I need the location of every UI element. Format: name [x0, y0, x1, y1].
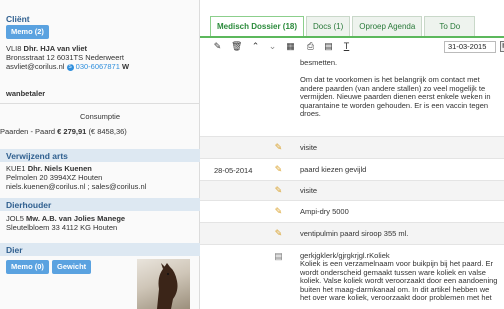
entry-date: 28-05-2014 [214, 166, 253, 175]
holder-name: Mw. A.B. van Jolies Manege [26, 214, 126, 223]
referring-vet-name: Dhr. Niels Kuenen [27, 164, 92, 173]
list-item[interactable]: ▤ gerkjgklerk/gjrgkrjgl.rKoliek Koliek i… [200, 244, 504, 309]
pencil-icon: ✎ [274, 164, 283, 174]
consumption-total: (€ 8458,36) [88, 127, 127, 136]
consumption-amount: € 279,91 [57, 127, 87, 136]
client-phone[interactable]: 030-6067871 [76, 62, 120, 71]
list-item[interactable]: ✎ visite [200, 180, 504, 200]
consumption-label: Consumptie [79, 112, 121, 121]
entry-text: visite [300, 143, 318, 152]
referring-vet-name-line: KUE1 Dhr. Niels Kuenen [6, 164, 92, 173]
tab-bar: Medisch Dossier (18) Docs (1) Oproep Age… [210, 16, 477, 36]
calendar-icon[interactable]: ▦ [285, 40, 296, 52]
entry-text-top: besmetten. [300, 58, 338, 67]
main-panel: Medisch Dossier (18) Docs (1) Oproep Age… [200, 0, 504, 309]
entry-text-body: Om dat te voorkomen is het belangrijk om… [300, 75, 491, 119]
toolbar: ✎ 🗑 ⌃ ⌄ ▦ ⎙ ▤ T 31-03-2015 ▦ [212, 40, 504, 54]
print-icon[interactable]: ⎙ [305, 40, 316, 52]
document-icon[interactable]: ▤ [323, 40, 334, 52]
holder-header: Dierhouder [0, 198, 200, 211]
list-item[interactable]: 28-05-2014 ✎ paard kiezen gevijld [200, 158, 504, 180]
tab-underline [200, 36, 504, 38]
list-item[interactable]: ✎ ventipulmin paard siroop 355 ml. [200, 222, 504, 244]
entry-text-body: Koliek is een verzamelnaam voor buikpijn… [300, 259, 498, 303]
referring-vet-header: Verwijzend arts [0, 149, 200, 162]
animal-header: Dier [0, 243, 200, 256]
pencil-icon: ✎ [274, 228, 283, 238]
consumption-prefix: Paarden - Paard [0, 127, 56, 136]
chevron-up-icon[interactable]: ⌃ [250, 40, 261, 52]
referring-vet-emails[interactable]: niels.kuenen@corilus.nl ; sales@corilus.… [6, 182, 146, 191]
referring-vet-code: KUE1 [6, 164, 26, 173]
trash-icon[interactable]: 🗑 [231, 40, 242, 52]
pencil-icon: ✎ [274, 206, 283, 216]
tab-oproep-agenda[interactable]: Oproep Agenda [352, 16, 423, 36]
animal-memo-button[interactable]: Memo (0) [6, 260, 49, 274]
tab-to-do[interactable]: To Do [424, 16, 476, 36]
client-name-line: VLI8 Dhr. HJA van vliet [6, 44, 87, 53]
pencil-icon: ✎ [274, 142, 283, 152]
holder-name-line: JOL5 Mw. A.B. van Jolies Manege [6, 214, 125, 223]
tab-medisch-dossier[interactable]: Medisch Dossier (18) [210, 16, 305, 36]
entry-text: Ampi-dry 5000 [300, 207, 349, 216]
list-item[interactable]: ✎ Ampi-dry 5000 [200, 200, 504, 222]
phone-icon[interactable]: S [66, 63, 74, 71]
client-code: VLI8 [6, 44, 22, 53]
date-input[interactable]: 31-03-2015 [444, 41, 496, 53]
animal-photo [137, 259, 190, 309]
pencil-icon[interactable]: ✎ [212, 40, 223, 52]
text-format-icon[interactable]: T [341, 40, 352, 52]
document-icon: ▤ [274, 251, 283, 261]
entry-text: visite [300, 186, 318, 195]
entry-text: paard kiezen gevijld [300, 165, 367, 174]
client-panel: Cliënt Memo (2) VLI8 Dhr. HJA van vliet … [0, 0, 200, 309]
holder-address: Sleutelbloem 33 4112 KG Houten [6, 223, 118, 232]
client-contact-line: asvliet@corilus.nl S 030-6067871 W [6, 62, 129, 71]
client-address: Bronsstraat 12 6031TS Nederweert [6, 53, 124, 62]
date-picker-icon[interactable]: ▦ [500, 41, 504, 52]
entry-text: ventipulmin paard siroop 355 ml. [300, 229, 409, 238]
list-item[interactable]: ✎ visite [200, 136, 504, 158]
divider [0, 103, 200, 104]
chevron-down-icon[interactable]: ⌄ [267, 40, 278, 52]
pencil-icon: ✎ [274, 185, 283, 195]
consumption-line: Paarden - Paard € 279,91 (€ 8458,36) [0, 127, 127, 136]
referring-vet-address: Pelmolen 20 3994XZ Houten [6, 173, 103, 182]
animal-weight-button[interactable]: Gewicht [52, 260, 92, 274]
client-phone-type: W [121, 62, 130, 71]
client-email[interactable]: asvliet@corilus.nl [6, 62, 64, 71]
list-item[interactable]: besmetten. Om dat te voorkomen is het be… [200, 56, 504, 136]
holder-code: JOL5 [6, 214, 24, 223]
client-status: wanbetaler [6, 89, 46, 98]
client-name: Dhr. HJA van vliet [23, 44, 88, 53]
client-memo-button[interactable]: Memo (2) [6, 25, 49, 39]
client-header: Cliënt [6, 14, 30, 24]
tab-docs[interactable]: Docs (1) [306, 16, 351, 36]
